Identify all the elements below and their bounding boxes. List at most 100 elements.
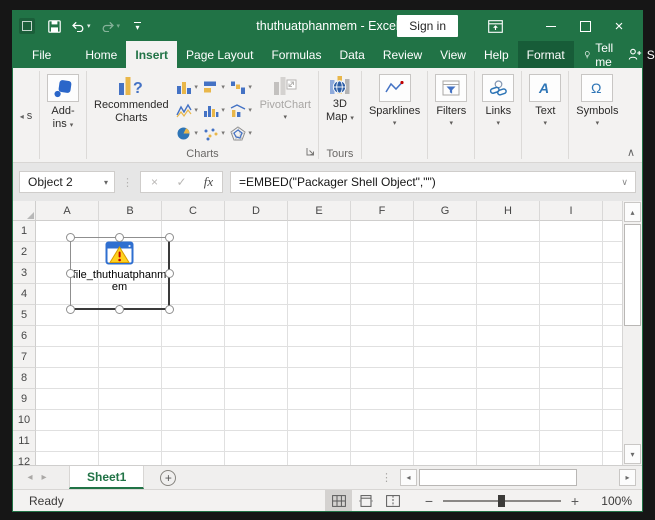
selection-handle[interactable] bbox=[165, 305, 174, 314]
cell-partial[interactable] bbox=[603, 452, 622, 465]
cell-C9[interactable] bbox=[162, 389, 225, 410]
formula-input[interactable]: =EMBED("Packager Shell Object","") ∨ bbox=[230, 171, 636, 193]
zoom-out-button[interactable]: − bbox=[418, 493, 440, 509]
cell-I2[interactable] bbox=[540, 242, 603, 263]
cell-I3[interactable] bbox=[540, 263, 603, 284]
page-layout-view-button[interactable] bbox=[352, 490, 379, 511]
tab-file[interactable]: File bbox=[23, 41, 60, 68]
name-box-dropdown-icon[interactable]: ▾ bbox=[104, 178, 114, 187]
cell-C12[interactable] bbox=[162, 452, 225, 465]
column-header-partial[interactable] bbox=[603, 201, 622, 221]
cell-G2[interactable] bbox=[414, 242, 477, 263]
cell-H2[interactable] bbox=[477, 242, 540, 263]
cell-G12[interactable] bbox=[414, 452, 477, 465]
save-button[interactable] bbox=[45, 18, 64, 35]
cell-H8[interactable] bbox=[477, 368, 540, 389]
cell-I5[interactable] bbox=[540, 305, 603, 326]
tab-help[interactable]: Help bbox=[475, 41, 518, 68]
cell-I9[interactable] bbox=[540, 389, 603, 410]
cell-D7[interactable] bbox=[225, 347, 288, 368]
cell-partial[interactable] bbox=[603, 347, 622, 368]
insert-line-chart-button[interactable]: ▾ bbox=[174, 99, 201, 122]
minimize-button[interactable] bbox=[534, 25, 568, 27]
cell-F8[interactable] bbox=[351, 368, 414, 389]
selection-handle[interactable] bbox=[66, 305, 75, 314]
next-sheet-button[interactable]: ▸ bbox=[37, 472, 51, 483]
cell-E12[interactable] bbox=[288, 452, 351, 465]
cell-partial[interactable] bbox=[603, 410, 622, 431]
filters-button[interactable]: Filters ▾ bbox=[430, 72, 472, 130]
cell-E7[interactable] bbox=[288, 347, 351, 368]
cell-H7[interactable] bbox=[477, 347, 540, 368]
column-header-G[interactable]: G bbox=[414, 201, 477, 221]
new-sheet-button[interactable]: + bbox=[160, 469, 177, 486]
cell-F2[interactable] bbox=[351, 242, 414, 263]
cell-H6[interactable] bbox=[477, 326, 540, 347]
insert-pie-chart-button[interactable]: ▾ bbox=[174, 122, 201, 145]
horizontal-scroll-thumb[interactable] bbox=[419, 469, 577, 486]
ribbon-display-options-button[interactable] bbox=[480, 19, 510, 33]
column-header-F[interactable]: F bbox=[351, 201, 414, 221]
cell-D4[interactable] bbox=[225, 284, 288, 305]
cell-C4[interactable] bbox=[162, 284, 225, 305]
scroll-left-button[interactable]: ◂ bbox=[400, 469, 417, 486]
cell-B8[interactable] bbox=[99, 368, 162, 389]
insert-radar-chart-button[interactable]: ▾ bbox=[228, 122, 255, 145]
cell-F3[interactable] bbox=[351, 263, 414, 284]
sign-in-button[interactable]: Sign in bbox=[397, 15, 458, 37]
previous-sheet-button[interactable]: ◂ bbox=[23, 472, 37, 483]
cell-C6[interactable] bbox=[162, 326, 225, 347]
insert-bar-chart-button[interactable]: ▾ bbox=[201, 76, 228, 99]
cell-G10[interactable] bbox=[414, 410, 477, 431]
cell-E8[interactable] bbox=[288, 368, 351, 389]
cell-H9[interactable] bbox=[477, 389, 540, 410]
cell-partial[interactable] bbox=[603, 221, 622, 242]
cell-B11[interactable] bbox=[99, 431, 162, 452]
cell-A9[interactable] bbox=[36, 389, 99, 410]
cell-D3[interactable] bbox=[225, 263, 288, 284]
cell-I11[interactable] bbox=[540, 431, 603, 452]
add-ins-button[interactable]: Add- ins ▾ bbox=[42, 72, 84, 133]
column-header-C[interactable]: C bbox=[162, 201, 225, 221]
column-header-E[interactable]: E bbox=[288, 201, 351, 221]
symbols-button[interactable]: Ω Symbols ▾ bbox=[571, 72, 623, 130]
insert-function-button[interactable]: fx bbox=[195, 174, 222, 190]
cell-F4[interactable] bbox=[351, 284, 414, 305]
cell-D11[interactable] bbox=[225, 431, 288, 452]
row-header-12[interactable]: 12 bbox=[13, 452, 36, 465]
cell-E10[interactable] bbox=[288, 410, 351, 431]
cell-partial[interactable] bbox=[603, 242, 622, 263]
cell-partial[interactable] bbox=[603, 431, 622, 452]
tab-insert[interactable]: Insert bbox=[126, 41, 178, 68]
undo-button[interactable]: ▾ bbox=[68, 18, 94, 34]
cell-D8[interactable] bbox=[225, 368, 288, 389]
cell-G7[interactable] bbox=[414, 347, 477, 368]
cell-H3[interactable] bbox=[477, 263, 540, 284]
name-box[interactable]: Object 2 ▾ bbox=[19, 171, 115, 193]
cell-F10[interactable] bbox=[351, 410, 414, 431]
insert-scatter-chart-button[interactable]: ▾ bbox=[201, 122, 228, 145]
cell-G3[interactable] bbox=[414, 263, 477, 284]
cell-I7[interactable] bbox=[540, 347, 603, 368]
selection-handle[interactable] bbox=[115, 233, 124, 242]
scroll-down-button[interactable]: ▾ bbox=[624, 444, 641, 464]
column-header-B[interactable]: B bbox=[99, 201, 162, 221]
customize-quick-access-toolbar-button[interactable]: ▾ bbox=[127, 20, 144, 32]
row-header-5[interactable]: 5 bbox=[13, 305, 36, 326]
cell-E2[interactable] bbox=[288, 242, 351, 263]
row-header-6[interactable]: 6 bbox=[13, 326, 36, 347]
vertical-scrollbar[interactable]: ▴ ▾ bbox=[622, 201, 642, 465]
cancel-button[interactable]: × bbox=[141, 175, 168, 189]
selection-handle[interactable] bbox=[165, 268, 174, 278]
scroll-right-button[interactable]: ▸ bbox=[619, 469, 636, 486]
pivotchart-button[interactable]: PivotChart ▾ bbox=[255, 72, 316, 124]
cell-C7[interactable] bbox=[162, 347, 225, 368]
scroll-up-button[interactable]: ▴ bbox=[624, 202, 641, 222]
cell-H12[interactable] bbox=[477, 452, 540, 465]
cell-G5[interactable] bbox=[414, 305, 477, 326]
cell-partial[interactable] bbox=[603, 305, 622, 326]
column-header-I[interactable]: I bbox=[540, 201, 603, 221]
cell-F1[interactable] bbox=[351, 221, 414, 242]
cell-partial[interactable] bbox=[603, 263, 622, 284]
text-button[interactable]: A Text ▾ bbox=[524, 72, 566, 130]
